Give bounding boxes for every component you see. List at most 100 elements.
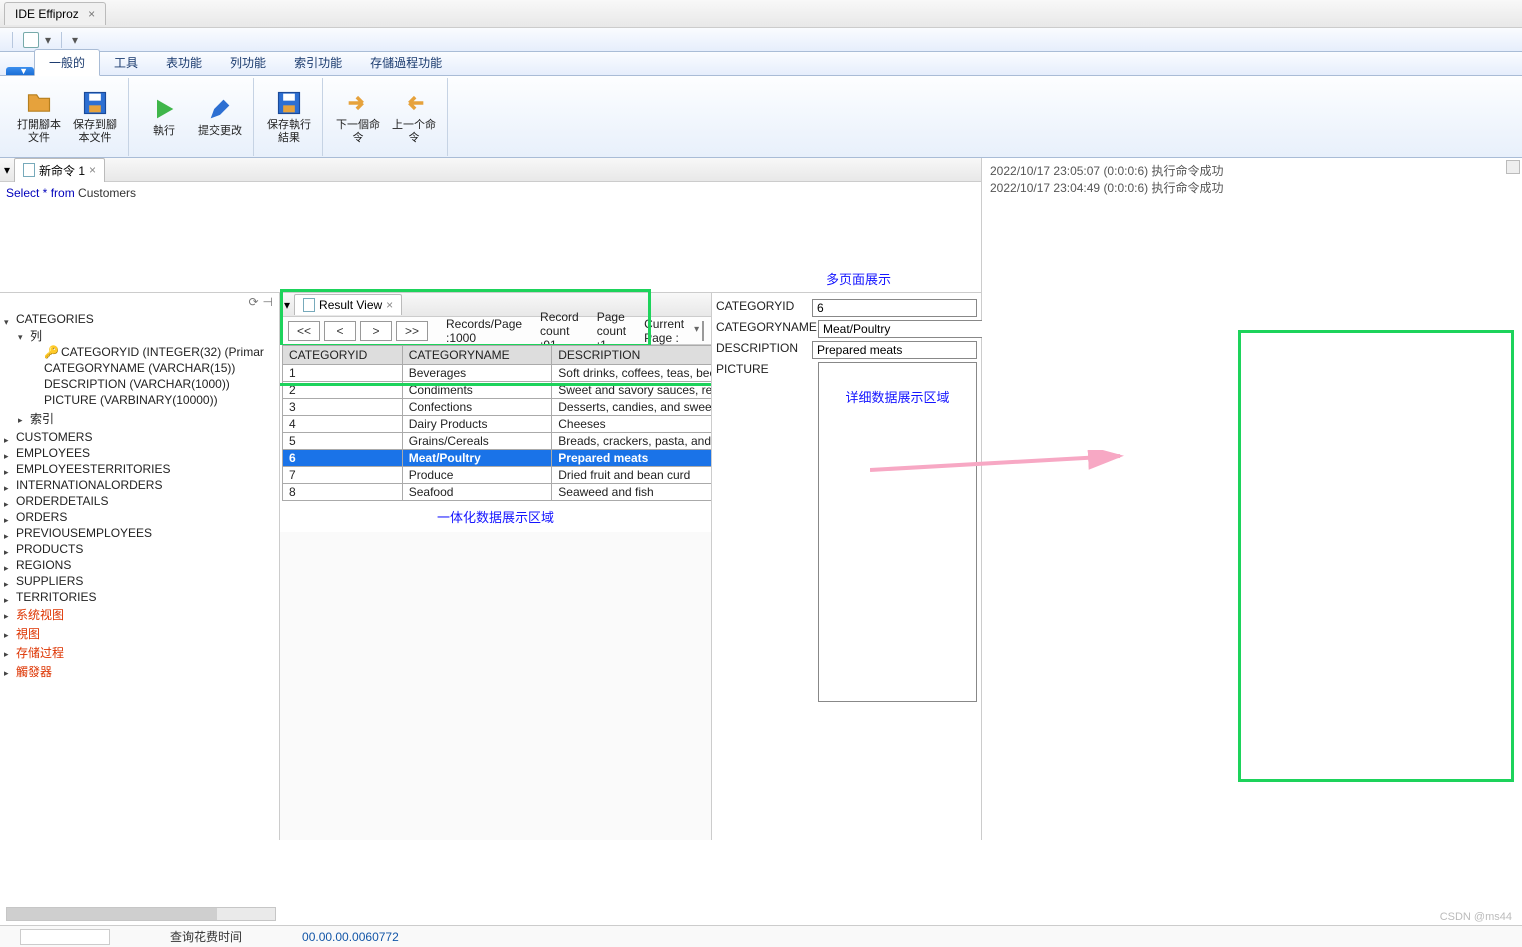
grid-cell[interactable]: 3 — [283, 399, 403, 416]
tree-table-item[interactable]: PRODUCTS — [2, 541, 277, 557]
grid-cell[interactable]: Beverages — [402, 365, 552, 382]
sql-editor[interactable]: Select * from Customers 多页面展示 — [0, 182, 981, 292]
prev-cmd-button[interactable]: 上一个命令 — [389, 82, 439, 152]
tree-table-item[interactable]: PREVIOUSEMPLOYEES — [2, 525, 277, 541]
ribbon-tab[interactable]: 一般的 — [34, 49, 100, 76]
table-row[interactable]: 3ConfectionsDesserts, candies, and sweet… — [283, 399, 712, 416]
tree-table-item[interactable]: EMPLOYEESTERRITORIES — [2, 461, 277, 477]
grid-cell[interactable]: Seafood — [402, 484, 552, 501]
result-grid[interactable]: CATEGORYIDCATEGORYNAMEDESCRIPTIONPICTURE… — [282, 345, 711, 501]
grid-cell[interactable]: Breads, crackers, pasta, and cereal — [552, 433, 711, 450]
quick-dropdown2-icon[interactable]: ▾ — [72, 33, 78, 47]
grid-cell[interactable]: 8 — [283, 484, 403, 501]
tree-table-item[interactable]: CUSTOMERS — [2, 429, 277, 445]
refresh-icon[interactable]: ⟳ — [248, 295, 258, 309]
grid-cell[interactable]: Soft drinks, coffees, teas, beers, and a… — [552, 365, 711, 382]
table-row[interactable]: 5Grains/CerealsBreads, crackers, pasta, … — [283, 433, 712, 450]
save-result-button[interactable]: 保存執行結果 — [264, 82, 314, 152]
ribbon-menu-button[interactable]: ▼ — [6, 67, 34, 75]
grid-cell[interactable]: Desserts, candies, and sweet breads — [552, 399, 711, 416]
table-row[interactable]: 2CondimentsSweet and savory sauces, reli… — [283, 382, 712, 399]
grid-header[interactable]: CATEGORYID — [283, 346, 403, 365]
grid-cell[interactable]: Dairy Products — [402, 416, 552, 433]
ribbon-tab[interactable]: 索引功能 — [280, 50, 356, 75]
tree-table-item[interactable]: EMPLOYEES — [2, 445, 277, 461]
table-row[interactable]: 7ProduceDried fruit and bean curd — [283, 467, 712, 484]
tree-column-item[interactable]: DESCRIPTION (VARCHAR(1000)) — [30, 376, 277, 392]
commit-button[interactable]: 提交更改 — [195, 82, 245, 152]
pager-next-button[interactable]: > — [360, 321, 392, 341]
grid-cell[interactable]: Confections — [402, 399, 552, 416]
query-tab[interactable]: 新命令 1 × — [14, 158, 105, 182]
result-tab[interactable]: Result View × — [294, 294, 402, 315]
tree-special-item[interactable]: 觸發器 — [2, 662, 277, 681]
quick-dropdown-icon[interactable]: ▾ — [45, 33, 51, 47]
table-row[interactable]: 6Meat/PoultryPrepared meats — [283, 450, 712, 467]
ribbon-tab[interactable]: 工具 — [100, 50, 152, 75]
tree-table-item[interactable]: TERRITORIES — [2, 589, 277, 605]
tab-menu-icon[interactable]: ▾ — [4, 163, 10, 177]
pin-icon[interactable]: ⊣ — [263, 295, 273, 309]
grid-cell[interactable]: 6 — [283, 450, 403, 467]
tree-special-item[interactable]: 存储过程 — [2, 643, 277, 662]
grid-cell[interactable]: Cheeses — [552, 416, 711, 433]
current-page-select[interactable] — [702, 321, 704, 341]
grid-cell[interactable]: 7 — [283, 467, 403, 484]
open-script-button[interactable]: 打開腳本文件 — [14, 82, 64, 152]
save-icon — [81, 89, 109, 117]
pager-last-button[interactable]: >> — [396, 321, 428, 341]
grid-cell[interactable]: Grains/Cereals — [402, 433, 552, 450]
grid-cell[interactable]: Meat/Poultry — [402, 450, 552, 467]
detail-id-input[interactable] — [812, 299, 977, 317]
close-icon[interactable]: × — [386, 298, 393, 312]
grid-cell[interactable]: Sweet and savory sauces, relishes, sprea… — [552, 382, 711, 399]
tree-node-index[interactable]: 索引 — [16, 409, 277, 428]
tree-table-item[interactable]: SUPPLIERS — [2, 573, 277, 589]
ribbon-tab[interactable]: 列功能 — [216, 50, 280, 75]
tree-column-item[interactable]: 🔑CATEGORYID (INTEGER(32) (Primar — [30, 344, 277, 360]
app-tab[interactable]: IDE Effiproz × — [4, 2, 106, 25]
tree-node-columns[interactable]: 列 🔑CATEGORYID (INTEGER(32) (PrimarCATEGO… — [16, 326, 277, 409]
grid-header[interactable]: DESCRIPTION — [552, 346, 711, 365]
quick-icon[interactable] — [23, 32, 39, 48]
detail-desc-input[interactable] — [812, 341, 977, 359]
tab-menu-icon[interactable]: ▾ — [284, 298, 290, 312]
tree-column-item[interactable]: PICTURE (VARBINARY(10000)) — [30, 392, 277, 408]
table-row[interactable]: 8SeafoodSeaweed and fish — [283, 484, 712, 501]
tree-node-categories[interactable]: CATEGORIES 列 🔑CATEGORYID (INTEGER(32) (P… — [2, 311, 277, 429]
grid-cell[interactable]: Produce — [402, 467, 552, 484]
tree-table-item[interactable]: INTERNATIONALORDERS — [2, 477, 277, 493]
schema-tree-panel[interactable]: ⟳ ⊣ CATEGORIES 列 🔑CATEGORYID (INTEGER(32)… — [0, 293, 280, 840]
tree-column-item[interactable]: CATEGORYNAME (VARCHAR(15)) — [30, 360, 277, 376]
run-button[interactable]: 執行 — [139, 82, 189, 152]
next-cmd-button[interactable]: 下一個命令 — [333, 82, 383, 152]
result-grid-wrap[interactable]: CATEGORYIDCATEGORYNAMEDESCRIPTIONPICTURE… — [280, 345, 711, 532]
detail-pic-box[interactable]: 详细数据展示区域 — [818, 362, 977, 702]
pager-prev-button[interactable]: < — [324, 321, 356, 341]
grid-cell[interactable]: Condiments — [402, 382, 552, 399]
ribbon-tab[interactable]: 表功能 — [152, 50, 216, 75]
grid-header[interactable]: CATEGORYNAME — [402, 346, 552, 365]
pager-first-button[interactable]: << — [288, 321, 320, 341]
grid-cell[interactable]: 2 — [283, 382, 403, 399]
tree-table-item[interactable]: REGIONS — [2, 557, 277, 573]
grid-cell[interactable]: 5 — [283, 433, 403, 450]
ribbon-tab[interactable]: 存儲過程功能 — [356, 50, 456, 75]
grid-cell[interactable]: 4 — [283, 416, 403, 433]
save-script-button[interactable]: 保存到腳本文件 — [70, 82, 120, 152]
tree-special-item[interactable]: 視图 — [2, 624, 277, 643]
grid-cell[interactable]: Prepared meats — [552, 450, 711, 467]
close-icon[interactable]: × — [89, 163, 96, 177]
table-row[interactable]: 1BeveragesSoft drinks, coffees, teas, be… — [283, 365, 712, 382]
grid-cell[interactable]: Dried fruit and bean curd — [552, 467, 711, 484]
detail-name-input[interactable] — [818, 320, 983, 338]
tree-table-item[interactable]: ORDERS — [2, 509, 277, 525]
tree-special-item[interactable]: 系统视图 — [2, 605, 277, 624]
grid-cell[interactable]: Seaweed and fish — [552, 484, 711, 501]
tree-table-item[interactable]: ORDERDETAILS — [2, 493, 277, 509]
grid-cell[interactable]: 1 — [283, 365, 403, 382]
tree-h-scrollbar[interactable] — [6, 907, 276, 921]
scroll-up-icon[interactable] — [1506, 160, 1520, 174]
table-row[interactable]: 4Dairy ProductsCheeses — [283, 416, 712, 433]
close-icon[interactable]: × — [88, 7, 95, 21]
